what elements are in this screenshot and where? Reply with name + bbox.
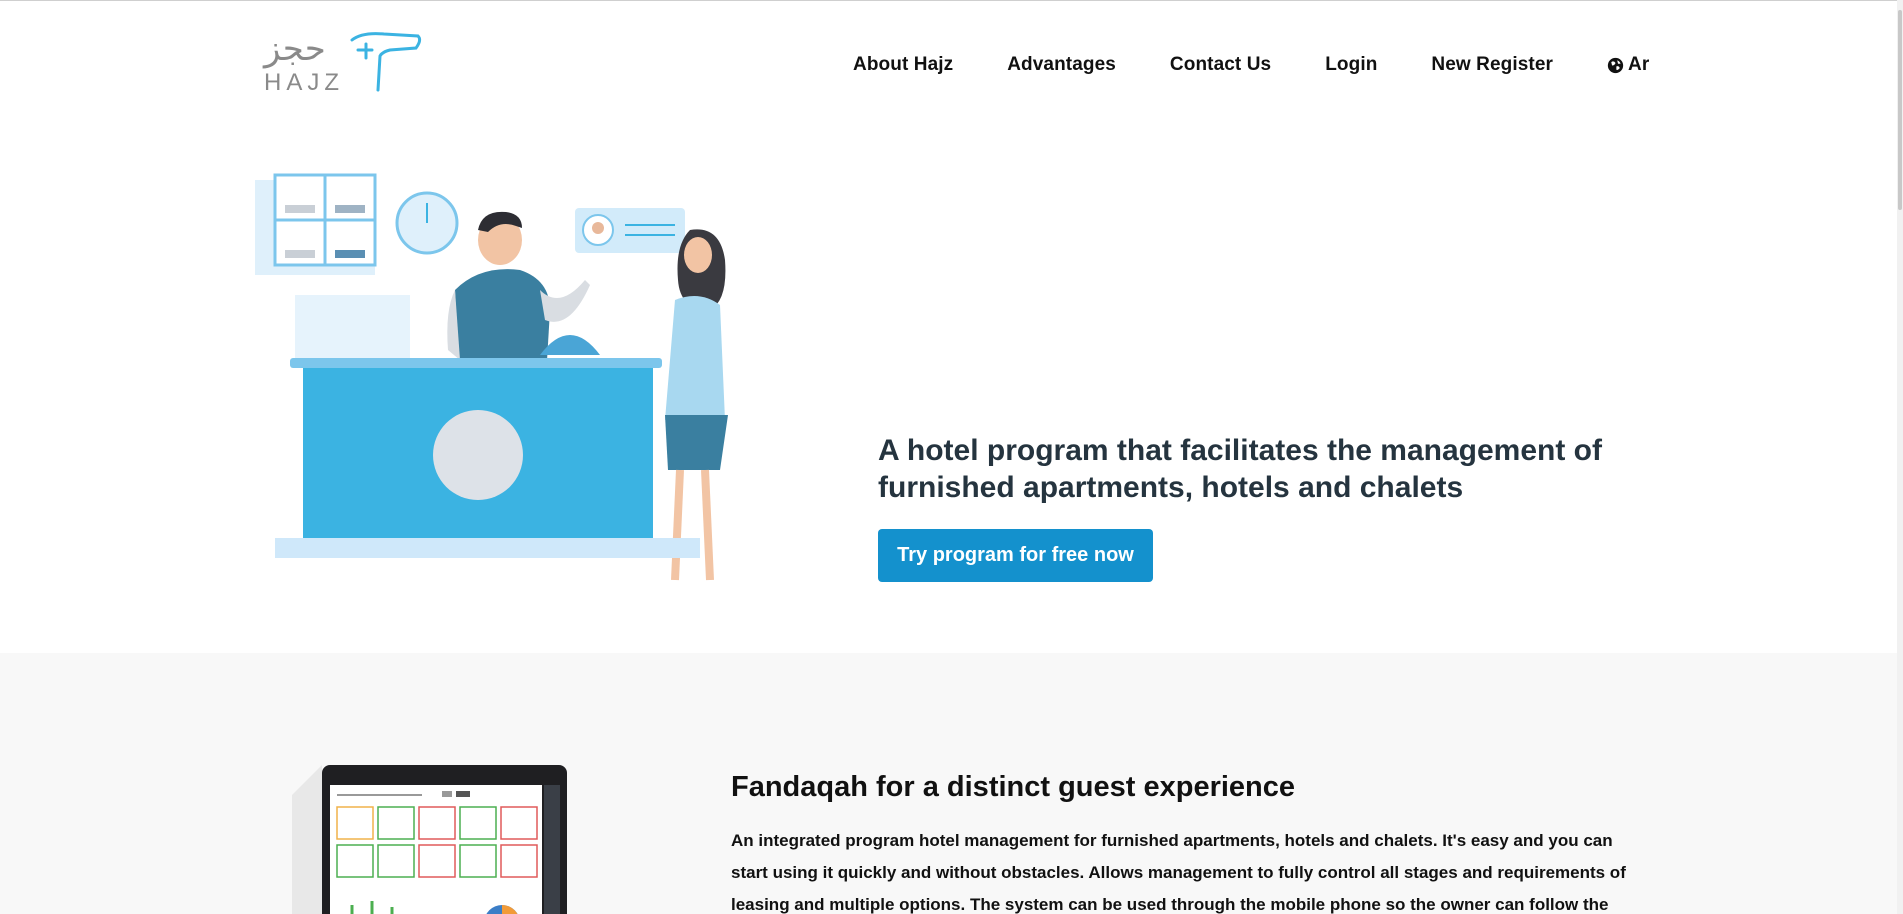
nav-contact-us[interactable]: Contact Us: [1170, 54, 1271, 76]
try-free-button[interactable]: Try program for free now: [878, 529, 1153, 582]
logo-latin-text: HAJZ: [264, 69, 344, 96]
hero-title: A hotel program that facilitates the man…: [878, 434, 1602, 504]
language-label: Ar: [1628, 54, 1650, 75]
dashboard-laptop-image: [292, 765, 567, 914]
nav-new-register[interactable]: New Register: [1431, 54, 1553, 76]
logo-arabic-text: حجز: [262, 29, 326, 69]
nav-advantages[interactable]: Advantages: [1007, 54, 1116, 76]
language-switch[interactable]: Ar: [1607, 54, 1649, 76]
features-section: Fandaqah for a distinct guest experience…: [0, 653, 1903, 914]
nav-about-hajz[interactable]: About Hajz: [853, 54, 953, 76]
main-nav: About Hajz Advantages Contact Us Login N…: [853, 54, 1649, 76]
features-title: Fandaqah for a distinct guest experience: [731, 771, 1296, 803]
page-scrollbar[interactable]: [1897, 0, 1903, 914]
features-description: An integrated program hotel management f…: [731, 831, 1626, 914]
reception-illustration: [250, 170, 800, 590]
hajz-logo-image: حجز HAJZ: [262, 29, 422, 96]
hajz-logo[interactable]: حجز HAJZ: [262, 28, 422, 98]
scrollbar-thumb[interactable]: [1898, 10, 1902, 210]
globe-icon: [1607, 57, 1624, 74]
nav-login[interactable]: Login: [1325, 54, 1377, 76]
site-header: حجز HAJZ About Hajz Advantages Contact U…: [0, 0, 1903, 130]
hero-carousel: A hotel program that facilitates the man…: [0, 130, 1903, 753]
